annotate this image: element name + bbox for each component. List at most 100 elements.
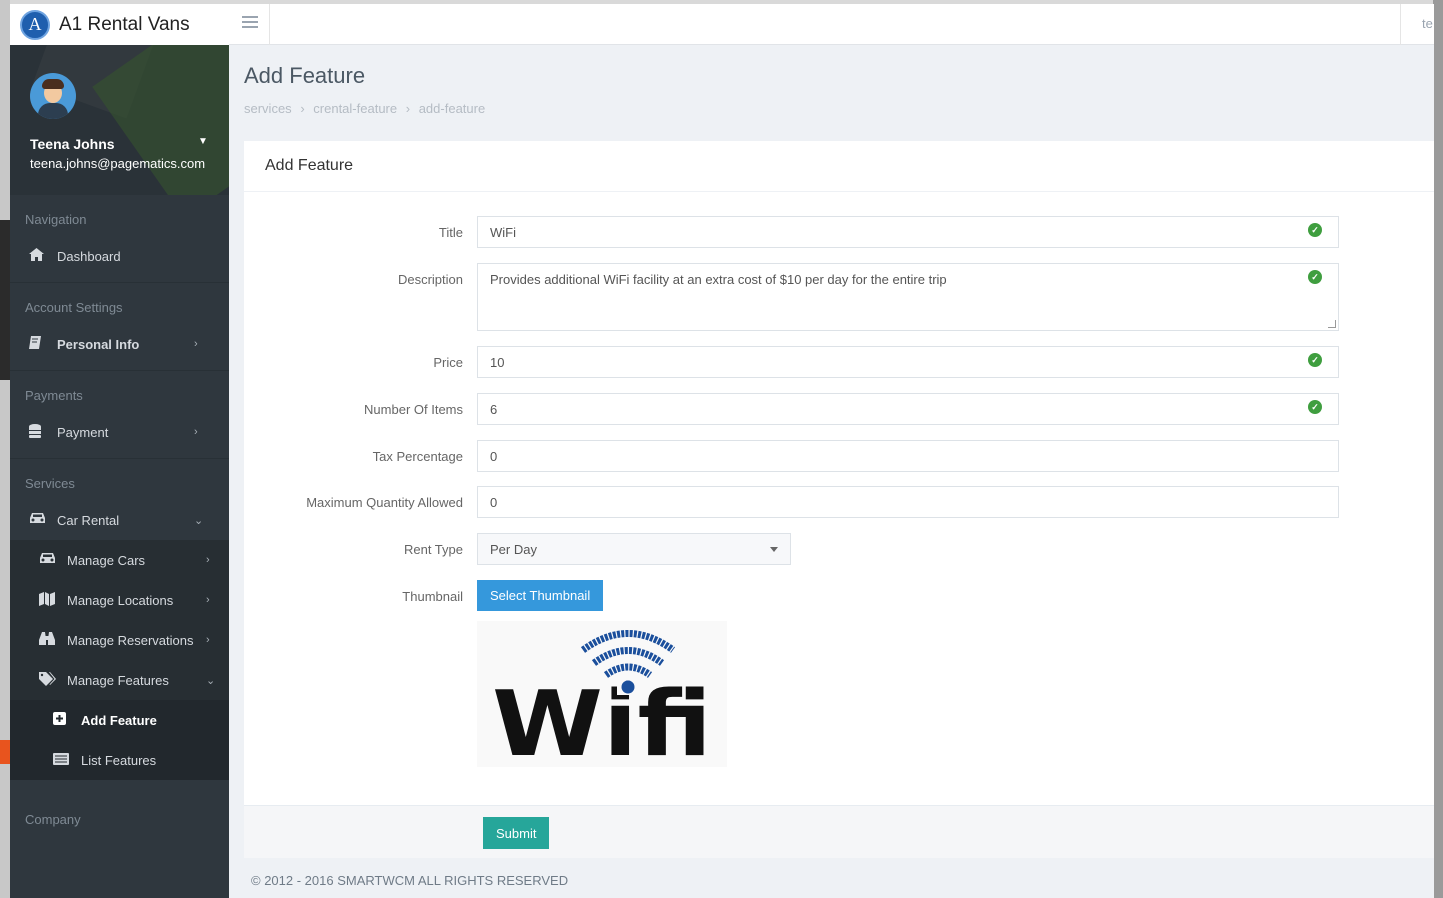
logo-icon: A xyxy=(20,9,50,40)
nav-header: Company xyxy=(25,812,81,827)
nav-section-navigation: Navigation Dashboard xyxy=(10,195,229,283)
sidebar-item-personal-info[interactable]: Personal Info › xyxy=(10,324,229,364)
sidebar-item-label: Manage Locations xyxy=(67,592,174,608)
rent-type-select[interactable]: Per Day xyxy=(477,533,791,565)
sidebar-item-dashboard[interactable]: Dashboard xyxy=(10,236,229,276)
sidebar-item-car-rental[interactable]: Car Rental ⌄ xyxy=(10,500,229,540)
tax-percentage-value: 0 xyxy=(490,449,498,464)
brand[interactable]: A A1 Rental Vans xyxy=(10,4,229,45)
number-of-items-input[interactable]: 6 ✓ xyxy=(477,393,1339,425)
top-header: A A1 Rental Vans te xyxy=(10,4,1434,45)
background-shape xyxy=(0,740,10,764)
check-circle-icon: ✓ xyxy=(1308,353,1322,367)
car-icon xyxy=(29,512,49,528)
sidebar-item-label: Personal Info xyxy=(57,336,140,352)
number-of-items-value: 6 xyxy=(490,402,498,417)
wifi-logo-text: Wifi xyxy=(492,672,712,767)
book-icon xyxy=(29,336,49,352)
rent-type-value: Per Day xyxy=(490,542,537,557)
divider xyxy=(269,4,270,45)
caret-down-icon[interactable]: ▼ xyxy=(198,136,208,147)
chevron-right-icon: › xyxy=(206,594,210,606)
nav-section-payments: Payments Payment › xyxy=(10,371,229,459)
sidebar-item-label: Manage Cars xyxy=(67,552,146,568)
chevron-down-icon: ⌄ xyxy=(194,515,204,527)
title-value: WiFi xyxy=(490,225,516,240)
tax-percentage-label: Tax Percentage xyxy=(372,449,463,464)
number-of-items-label: Number Of Items xyxy=(364,402,463,417)
sidebar-item-label: Manage Features xyxy=(67,672,169,688)
map-icon xyxy=(39,591,59,609)
divider xyxy=(1400,4,1401,45)
breadcrumb-link[interactable]: crental-feature xyxy=(313,101,397,116)
description-textarea[interactable]: Provides additional WiFi facility at an … xyxy=(477,263,1339,331)
copyright-footer: © 2012 - 2016 SMARTWCM ALL RIGHTS RESERV… xyxy=(251,873,569,888)
max-quantity-input[interactable]: 0 xyxy=(477,486,1339,518)
nav-header: Services xyxy=(25,476,75,491)
sidebar-item-label: Dashboard xyxy=(57,248,121,264)
price-label: Price xyxy=(433,355,463,370)
title-input[interactable]: WiFi ✓ xyxy=(477,216,1339,248)
sidebar-item-label: Car Rental xyxy=(57,512,120,528)
sidebar-item-payment[interactable]: Payment › xyxy=(10,412,229,452)
home-icon xyxy=(29,248,49,264)
sidebar: Teena Johns ▼ teena.johns@pagematics.com… xyxy=(10,45,229,898)
nav-header: Navigation xyxy=(25,212,87,227)
binoculars-icon xyxy=(39,632,59,648)
tags-icon xyxy=(39,671,59,689)
user-panel: Teena Johns ▼ teena.johns@pagematics.com xyxy=(10,45,229,195)
resize-handle-icon[interactable] xyxy=(1328,320,1336,328)
select-thumbnail-button[interactable]: Select Thumbnail xyxy=(477,580,604,611)
nav-section-account: Account Settings Personal Info › xyxy=(10,283,229,371)
breadcrumb-link[interactable]: services xyxy=(244,101,292,116)
nav-header: Payments xyxy=(25,388,83,403)
sidebar-item-manage-cars[interactable]: Manage Cars › xyxy=(10,540,229,580)
check-circle-icon: ✓ xyxy=(1308,270,1322,284)
sidebar-item-label: Add Feature xyxy=(81,712,157,728)
sidebar-item-add-feature[interactable]: Add Feature xyxy=(10,700,229,740)
submit-button[interactable]: Submit xyxy=(483,817,550,849)
sidebar-item-manage-reservations[interactable]: Manage Reservations › xyxy=(10,620,229,660)
breadcrumb: services › crental-feature › add-feature xyxy=(244,101,1434,116)
app-window: A A1 Rental Vans te Teena Johns ▼ teena.… xyxy=(10,4,1434,898)
sidebar-item-label: List Features xyxy=(81,752,157,768)
panel-title: Add Feature xyxy=(244,141,1434,192)
chevron-right-icon: › xyxy=(206,554,210,566)
main-content: Add Feature services › crental-feature ›… xyxy=(229,45,1434,898)
rent-type-label: Rent Type xyxy=(403,542,463,557)
app-name: A1 Rental Vans xyxy=(59,13,190,35)
check-circle-icon: ✓ xyxy=(1308,223,1322,237)
sidebar-item-list-features[interactable]: List Features xyxy=(10,740,229,780)
car-icon xyxy=(39,552,59,568)
menu-toggle-icon[interactable] xyxy=(242,16,258,30)
title-label: Title xyxy=(438,225,463,240)
background-shape xyxy=(0,220,10,380)
avatar[interactable] xyxy=(30,73,76,119)
thumbnail-label: Thumbnail xyxy=(402,589,463,604)
database-icon xyxy=(29,423,49,441)
tax-percentage-input[interactable]: 0 xyxy=(477,440,1339,472)
manage-features-submenu: Add Feature List Features xyxy=(10,700,229,780)
thumbnail-preview: Wifi xyxy=(477,621,727,767)
user-name[interactable]: Teena Johns xyxy=(30,136,115,152)
breadcrumb-separator-icon: › xyxy=(405,101,411,116)
page-header: Add Feature services › crental-feature ›… xyxy=(229,45,1434,141)
chevron-right-icon: › xyxy=(194,338,198,350)
price-value: 10 xyxy=(490,355,505,370)
chevron-right-icon: › xyxy=(194,426,198,438)
price-input[interactable]: 10 ✓ xyxy=(477,346,1339,378)
form-actions: Submit xyxy=(244,805,1434,858)
chevron-down-icon: ⌄ xyxy=(206,675,216,687)
sidebar-item-manage-locations[interactable]: Manage Locations › xyxy=(10,580,229,620)
background-right-edge xyxy=(1433,0,1443,898)
plus-square-icon xyxy=(53,712,73,728)
check-circle-icon: ✓ xyxy=(1308,400,1322,414)
sidebar-item-label: Manage Reservations xyxy=(67,632,194,648)
description-value: Provides additional WiFi facility at an … xyxy=(490,272,947,287)
sidebar-item-label: Payment xyxy=(57,424,109,440)
add-feature-panel: Add Feature Title WiFi ✓ Description Pro… xyxy=(244,141,1434,858)
sidebar-item-manage-features[interactable]: Manage Features ⌄ xyxy=(10,660,229,700)
background-left-edge xyxy=(0,0,10,898)
breadcrumb-separator-icon: › xyxy=(300,101,305,116)
user-menu-toggle[interactable]: te xyxy=(1422,16,1434,31)
